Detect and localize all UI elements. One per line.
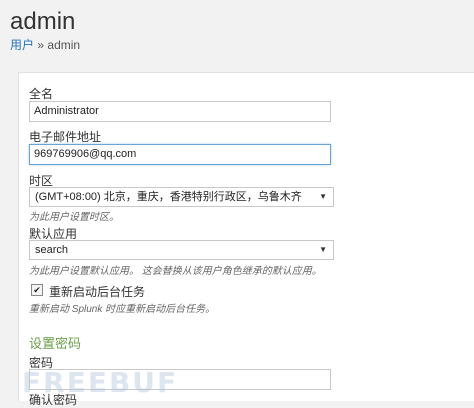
chevron-down-icon: ▼ xyxy=(319,192,327,201)
password-section-title: 设置密码 xyxy=(29,336,82,351)
user-edit-form: 全名 电子邮件地址 时区 (GMT+08:00) 北京，重庆，香港特别行政区，乌… xyxy=(18,72,474,407)
restart-tasks-label: 重新启动后台任务 xyxy=(49,285,146,299)
page-header: admin 用户 » admin xyxy=(0,0,474,72)
default-app-selected-value: search xyxy=(35,244,69,256)
timezone-selected-value: (GMT+08:00) 北京，重庆，香港特别行政区，乌鲁木齐 xyxy=(35,191,302,203)
breadcrumb-separator: » xyxy=(37,38,45,52)
email-label: 电子邮件地址 xyxy=(29,130,102,144)
checkmark-icon: ✔ xyxy=(33,285,41,295)
breadcrumb: 用户 » admin xyxy=(10,36,80,53)
full-name-label: 全名 xyxy=(29,87,54,101)
page-title: admin xyxy=(10,8,76,35)
default-app-help-text: 为此用户设置默认应用。 这会替换从该用户角色继承的默认应用。 xyxy=(29,266,322,277)
full-name-input[interactable] xyxy=(29,101,331,122)
default-app-select[interactable]: search ▼ xyxy=(29,240,334,260)
password-input[interactable] xyxy=(29,369,331,390)
timezone-help-text: 为此用户设置时区。 xyxy=(29,212,119,223)
restart-tasks-checkbox[interactable]: ✔ xyxy=(31,284,43,296)
email-input[interactable] xyxy=(29,144,331,165)
restart-tasks-help-text: 重新启动 Splunk 时应重新启动后台任务。 xyxy=(29,304,216,315)
chevron-down-icon: ▼ xyxy=(319,245,327,254)
breadcrumb-users-link[interactable]: 用户 xyxy=(10,38,34,52)
breadcrumb-current: admin xyxy=(47,38,81,52)
timezone-select[interactable]: (GMT+08:00) 北京，重庆，香港特别行政区，乌鲁木齐 ▼ xyxy=(29,187,334,207)
